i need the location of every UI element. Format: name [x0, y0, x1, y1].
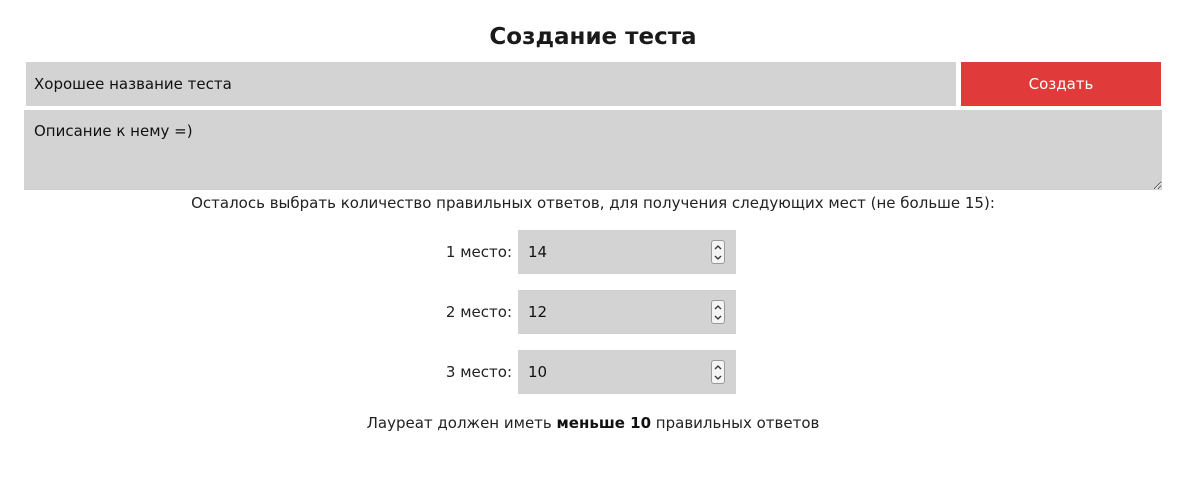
laureate-note-prefix: Лауреат должен иметь	[366, 414, 552, 432]
place-input-1[interactable]	[518, 230, 736, 274]
chevron-up-icon[interactable]	[712, 301, 724, 312]
place-row-3: 3 место:	[0, 350, 1186, 394]
page-title: Создание теста	[489, 24, 697, 50]
place-input-3[interactable]	[518, 350, 736, 394]
chevron-up-icon[interactable]	[712, 361, 724, 372]
place-label-3: 3 место:	[445, 363, 512, 381]
place-label-1: 1 место:	[445, 243, 512, 261]
place-row-1: 1 место:	[0, 230, 1186, 274]
place-spinner-3[interactable]	[711, 360, 725, 384]
place-row-2: 2 место:	[0, 290, 1186, 334]
instruction-text: Осталось выбрать количество правильных о…	[191, 194, 995, 212]
place-spinner-2[interactable]	[711, 300, 725, 324]
place-input-2[interactable]	[518, 290, 736, 334]
chevron-up-icon[interactable]	[712, 241, 724, 252]
place-spinner-1[interactable]	[711, 240, 725, 264]
create-button[interactable]: Создать	[961, 62, 1161, 106]
laureate-note-bold: меньше 10	[556, 414, 652, 432]
chevron-down-icon[interactable]	[712, 372, 724, 383]
test-creation-page: Создание теста Создать Описание к нему =…	[0, 0, 1196, 478]
laureate-note-suffix: правильных ответов	[655, 414, 820, 432]
test-description-textarea[interactable]: Описание к нему =)	[24, 110, 1162, 190]
place-label-2: 2 место:	[445, 303, 512, 321]
chevron-down-icon[interactable]	[712, 252, 724, 263]
test-name-input[interactable]	[26, 62, 956, 106]
title-row: Создать	[24, 62, 1162, 106]
laureate-note: Лауреат должен иметь меньше 10 правильны…	[0, 414, 1186, 432]
chevron-down-icon[interactable]	[712, 312, 724, 323]
